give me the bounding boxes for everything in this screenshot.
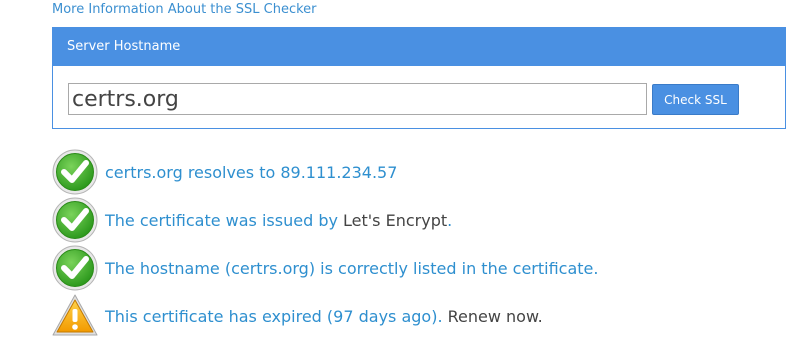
result-text-dns: certrs.org resolves to 89.111.234.57 (105, 162, 398, 182)
panel-header: Server Hostname (53, 28, 785, 66)
result-text-issuer: The certificate was issued by Let's Encr… (105, 211, 452, 230)
expiry-message: This certificate has expired (97 days ag… (105, 306, 443, 326)
issuer-suffix: . (447, 210, 453, 230)
result-row-issuer: The certificate was issued by Let's Encr… (52, 197, 452, 243)
server-hostname-panel: Server Hostname Check SSL (52, 27, 786, 129)
renew-now-text: Renew now. (442, 306, 543, 326)
green-checkmark-icon (52, 245, 98, 291)
hostname-input[interactable] (68, 83, 647, 115)
issuer-prefix: The certificate was issued by (105, 210, 344, 230)
result-text-expiry: This certificate has expired (97 days ag… (105, 307, 543, 326)
result-row-hostname: The hostname (certrs.org) is correctly l… (52, 245, 598, 291)
warning-triangle-icon (52, 294, 98, 336)
result-row-expiry: This certificate has expired (97 days ag… (52, 293, 543, 339)
check-ssl-button[interactable]: Check SSL (652, 84, 739, 115)
green-checkmark-icon (52, 149, 98, 195)
green-checkmark-icon (52, 197, 98, 243)
issuer-name: Let's Encrypt (343, 210, 448, 230)
result-text-hostname: The hostname (certrs.org) is correctly l… (105, 258, 599, 278)
result-row-dns: certrs.org resolves to 89.111.234.57 (52, 149, 397, 195)
ssl-checker-info-link[interactable]: More Information About the SSL Checker (52, 2, 317, 17)
